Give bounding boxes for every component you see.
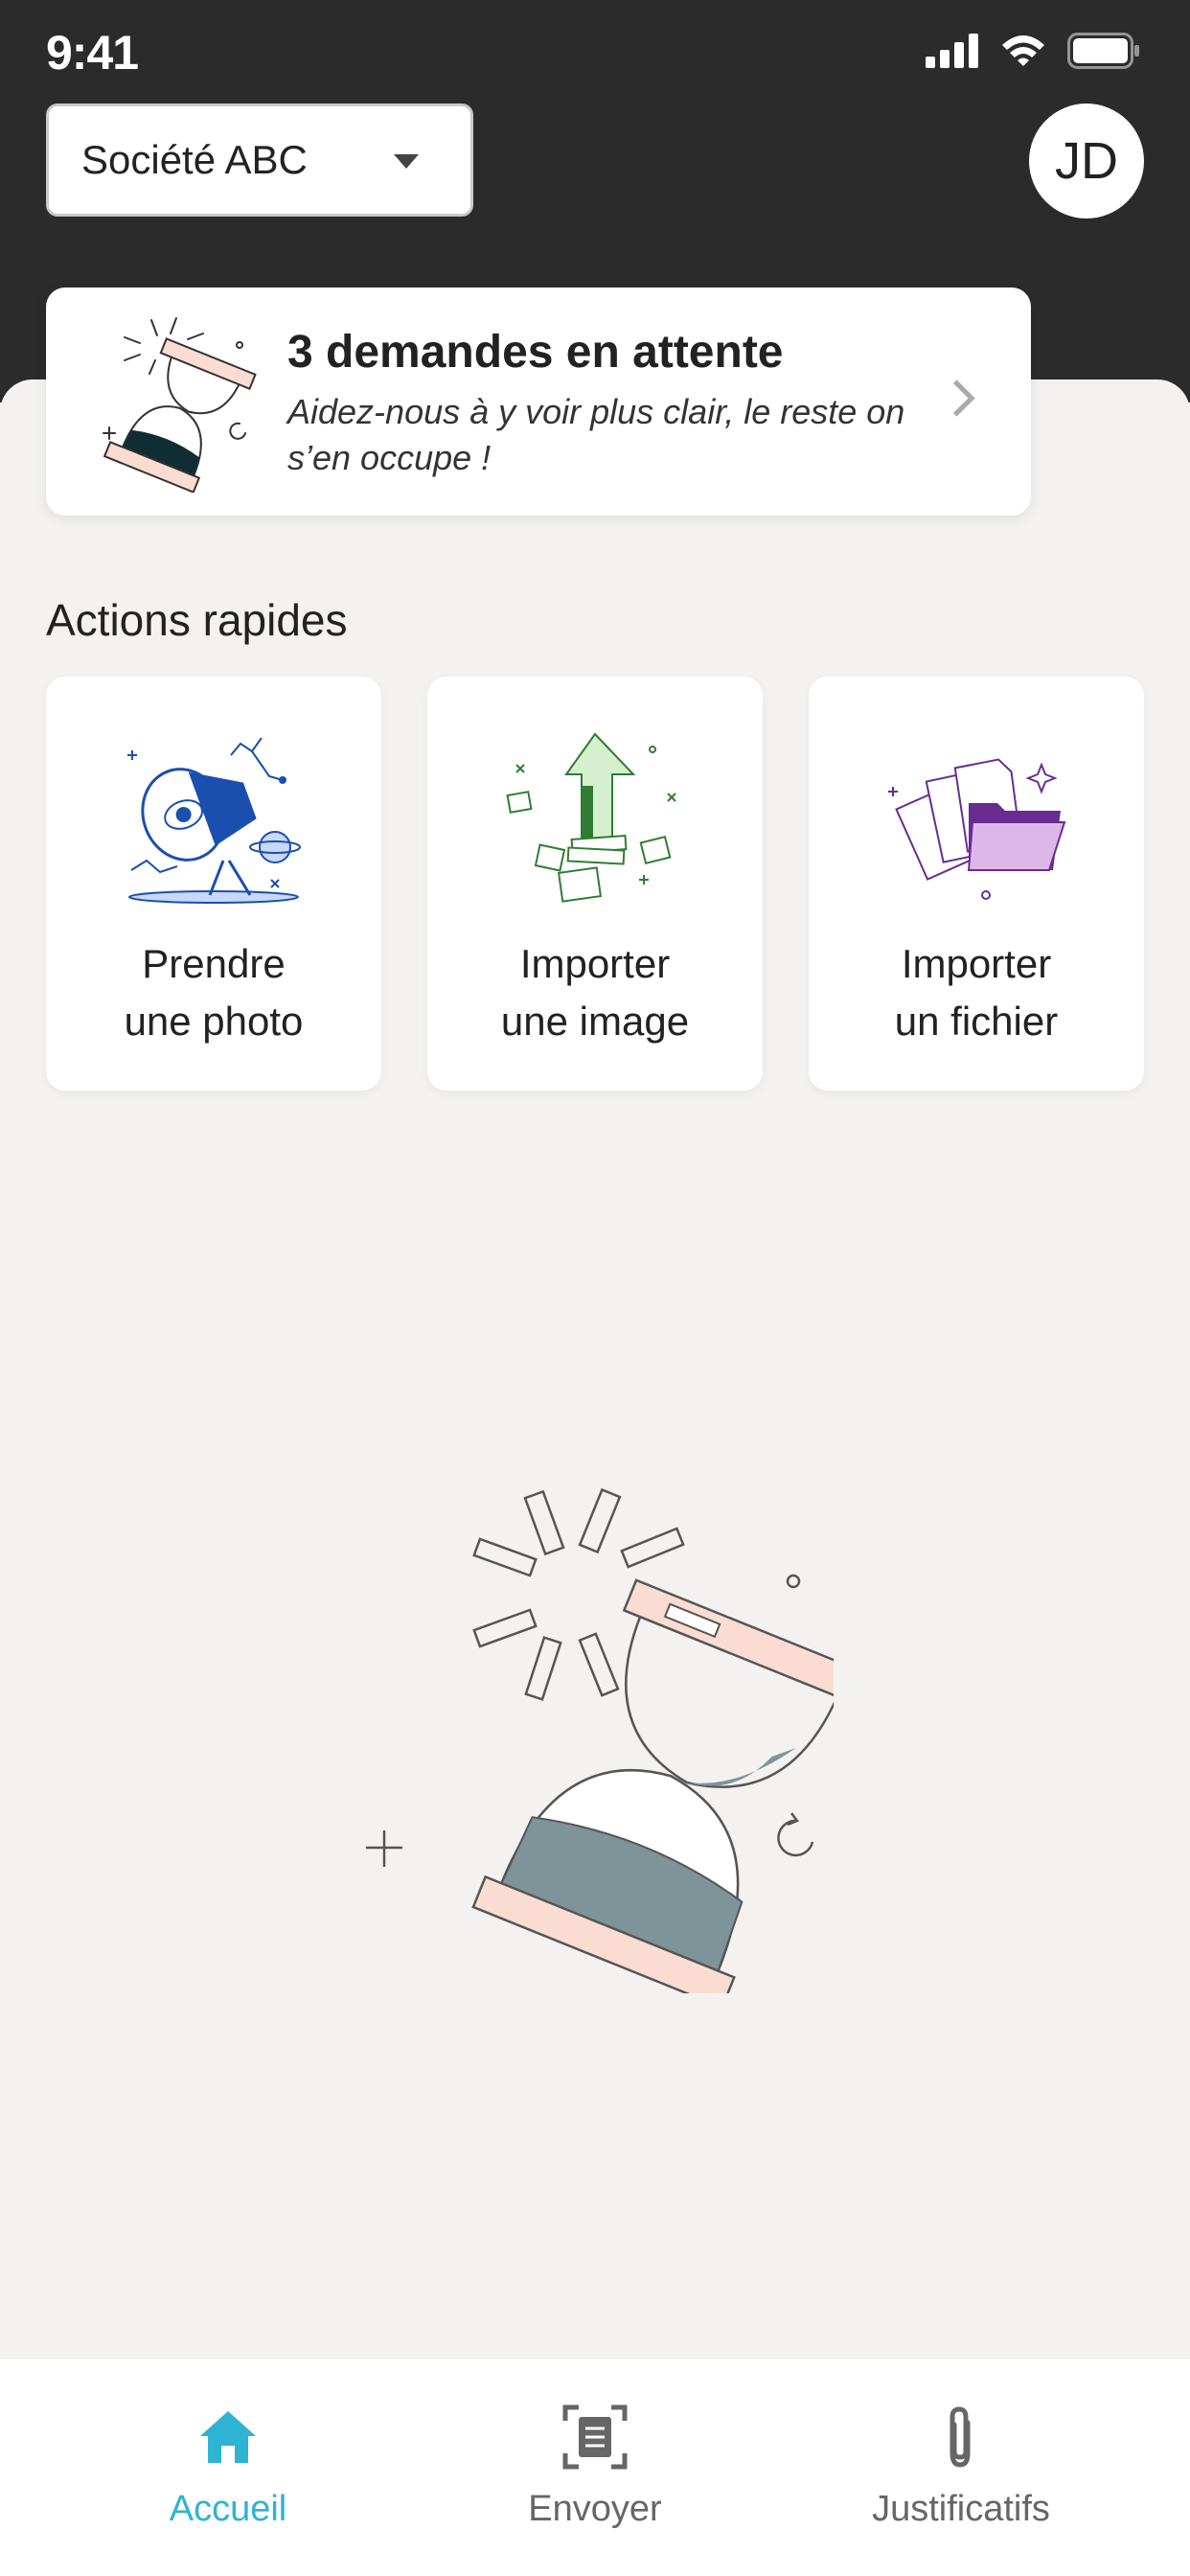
take-photo-button[interactable]: Prendre une photo xyxy=(46,677,381,1091)
import-image-label: Importer une image xyxy=(500,941,690,1044)
pending-subtitle: Aidez-nous à y voir plus clair, le reste… xyxy=(287,392,905,477)
hourglass-icon xyxy=(103,317,257,493)
status-icons xyxy=(926,29,1140,73)
nav-label-accueil: Accueil xyxy=(169,2489,287,2529)
pending-requests-card[interactable]: 3 demandes en attente Aidez-nous à y voi… xyxy=(46,288,1031,516)
avatar-initials: JD xyxy=(1055,132,1118,190)
nav-item-accueil[interactable]: Accueil xyxy=(84,2404,372,2530)
nav-label-justificatifs: Justificatifs xyxy=(872,2489,1050,2529)
upload-arrow-icon xyxy=(506,732,676,903)
avatar[interactable]: JD xyxy=(1029,104,1144,218)
company-name: Société ABC xyxy=(81,137,308,182)
caret-down-icon xyxy=(394,154,419,169)
bottom-navigation: Accueil Envoyer Justificatifs xyxy=(0,2359,1190,2576)
nav-label-envoyer: Envoyer xyxy=(528,2489,662,2529)
take-photo-label: Prendre une photo xyxy=(124,941,304,1044)
signal-icon xyxy=(926,34,978,68)
pending-title: 3 demandes en attente xyxy=(287,327,784,378)
status-time: 9:41 xyxy=(46,26,139,80)
section-title-quick-actions: Actions rapides xyxy=(46,595,348,645)
company-selector[interactable]: Société ABC xyxy=(46,104,473,217)
telescope-icon xyxy=(127,737,301,904)
import-file-label: Importer un fichier xyxy=(894,941,1059,1044)
paperclip-icon xyxy=(950,2406,971,2468)
home-icon xyxy=(200,2411,256,2463)
hourglass-illustration xyxy=(366,1487,834,1993)
import-file-button[interactable]: Importer un fichier xyxy=(809,677,1144,1091)
chevron-right-icon xyxy=(938,380,975,417)
import-image-button[interactable]: Importer une image xyxy=(427,677,763,1091)
battery-icon xyxy=(1067,33,1139,69)
nav-item-envoyer[interactable]: Envoyer xyxy=(451,2404,739,2530)
wifi-icon xyxy=(1002,35,1044,66)
folder-icon xyxy=(888,758,1066,900)
scan-document-icon xyxy=(562,2404,628,2470)
nav-item-justificatifs[interactable]: Justificatifs xyxy=(817,2404,1105,2530)
